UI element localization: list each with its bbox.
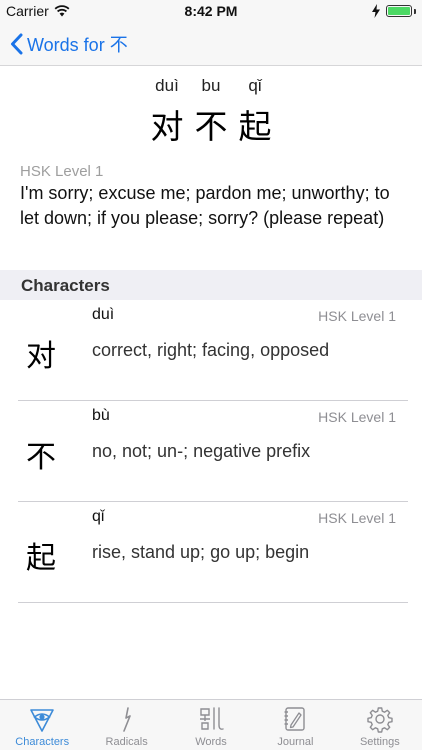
status-bar: Carrier 8:42 PM <box>0 0 422 22</box>
character-pinyin: duì <box>92 306 115 323</box>
character-glyph: 不 <box>26 440 56 475</box>
character-glyph: 对 <box>26 339 56 374</box>
charging-bolt-icon <box>372 4 380 18</box>
tab-label: Characters <box>15 736 70 748</box>
battery-tip <box>414 9 416 14</box>
characters-section-header: Characters <box>0 270 422 300</box>
battery-icon <box>386 5 412 17</box>
tab-label: Words <box>195 736 227 748</box>
character-row-dui[interactable]: 对 duì HSK Level 1 correct, right; facing… <box>18 300 408 401</box>
character-row-bu[interactable]: 不 bù HSK Level 1 no, not; un-; negative … <box>18 401 408 502</box>
word-hero: duì bu qǐ 对 不 起 <box>0 66 422 158</box>
navigation-bar: Words for 不 <box>0 22 422 66</box>
pinyin-syllable: duì <box>155 76 179 95</box>
character-hsk-level: HSK Level 1 <box>318 308 396 324</box>
journal-icon <box>284 707 306 731</box>
battery-fill <box>388 7 410 15</box>
character-meaning: correct, right; facing, opposed <box>92 340 330 360</box>
tab-radicals[interactable]: Radicals <box>84 700 168 750</box>
character-glyph: 起 <box>26 541 56 576</box>
word-pinyin: duì bu qǐ <box>0 76 422 96</box>
gear-icon <box>367 707 393 733</box>
hsk-level-label: HSK Level 1 <box>20 163 104 180</box>
pinyin-syllable: qǐ <box>248 76 262 95</box>
tab-label: Journal <box>277 736 314 748</box>
section-title: Characters <box>21 276 110 295</box>
back-button[interactable]: Words for 不 <box>10 31 128 57</box>
character-pinyin: bù <box>92 407 110 424</box>
tab-bar: Characters Radicals Words Journal Settin… <box>0 699 422 750</box>
character-hsk-level: HSK Level 1 <box>318 409 396 425</box>
character-meaning: rise, stand up; go up; begin <box>92 542 310 562</box>
hanzi-character: 起 <box>238 107 272 146</box>
back-label: Words for 不 <box>27 35 128 55</box>
character-row-qi[interactable]: 起 qǐ HSK Level 1 rise, stand up; go up; … <box>18 502 408 603</box>
tab-settings[interactable]: Settings <box>338 700 422 750</box>
radical-stroke-icon <box>122 707 131 732</box>
tab-characters[interactable]: Characters <box>0 700 84 750</box>
definition-text: I'm sorry; excuse me; pardon me; unworth… <box>20 183 390 228</box>
tab-label: Settings <box>359 736 400 748</box>
hanzi-character: 对 <box>150 107 184 146</box>
character-hsk-level: HSK Level 1 <box>318 510 396 526</box>
pinyin-syllable: bu <box>201 76 221 95</box>
words-glyph-icon <box>200 707 224 730</box>
eye-icon <box>30 709 55 732</box>
tab-label: Radicals <box>105 736 148 748</box>
tab-words[interactable]: Words <box>169 700 253 750</box>
clock: 8:42 PM <box>184 3 238 19</box>
word-definition-block: HSK Level 1 I'm sorry; excuse me; pardon… <box>20 163 405 231</box>
chevron-left-icon <box>11 33 23 55</box>
word-hanzi: 对 不 起 <box>0 100 422 148</box>
tab-journal[interactable]: Journal <box>253 700 337 750</box>
character-meaning: no, not; un-; negative prefix <box>92 441 311 461</box>
character-pinyin: qǐ <box>92 508 105 525</box>
hanzi-character: 不 <box>194 107 228 146</box>
